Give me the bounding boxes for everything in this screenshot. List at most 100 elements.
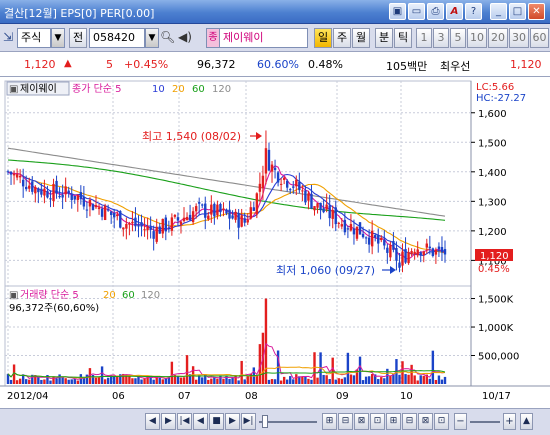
- maximize-button[interactable]: □: [509, 3, 526, 20]
- volume-bar: [210, 378, 213, 384]
- chart-area[interactable]: 1,600 1,500 1,400 1,300 1,200 1,100 1,500K 1,00…: [0, 78, 550, 408]
- interval-1-button[interactable]: 1: [416, 28, 432, 48]
- layout-icon[interactable]: ▣: [389, 3, 406, 20]
- zoom-slider-handle[interactable]: [262, 415, 268, 428]
- tool-8-button[interactable]: ⊡: [434, 413, 449, 430]
- print-icon[interactable]: ⎙: [427, 3, 444, 20]
- candle-body: [349, 224, 353, 231]
- volume-bar: [158, 377, 161, 384]
- font-icon[interactable]: A: [446, 3, 463, 20]
- volume-bar: [40, 379, 43, 384]
- volume-bar: [413, 375, 416, 384]
- candle-body: [113, 212, 116, 218]
- tool-5-button[interactable]: ⊞: [386, 413, 401, 430]
- candle-body: [91, 204, 95, 211]
- volume-panel-menu-icon[interactable]: ▣: [9, 290, 18, 301]
- play-back-button[interactable]: ◀: [193, 413, 208, 430]
- window-icon[interactable]: ▭: [408, 3, 425, 20]
- candle-body: [322, 208, 325, 213]
- tool-2-button[interactable]: ⊟: [338, 413, 353, 430]
- candle-body: [434, 249, 438, 255]
- interval-20-button[interactable]: 20: [488, 28, 508, 48]
- speaker-icon[interactable]: ◀): [178, 28, 200, 48]
- volume-bar: [364, 376, 368, 384]
- volume-legend-ma5: 거래량 단순 5: [20, 289, 79, 301]
- high-annotation: 최고 1,540 (08/02): [142, 130, 241, 143]
- volume-bar: [222, 378, 225, 384]
- candle-body: [143, 229, 146, 231]
- zoom-in-button[interactable]: +: [503, 413, 516, 430]
- candle-body: [328, 205, 331, 219]
- interval-10-button[interactable]: 10: [467, 28, 487, 48]
- period-tick-button[interactable]: 틱: [394, 28, 412, 48]
- candle-body: [18, 175, 22, 178]
- price-tick-label: 1,300: [478, 197, 507, 208]
- market-type-select[interactable]: 주식: [17, 28, 51, 48]
- volume-legend-ma20: 20: [103, 290, 116, 301]
- chart-navigation-bar: ◀ ▶ |◀ ◀ ■ ▶ ▶| ⊞ ⊟ ⊠ ⊡ ⊞ ⊟ ⊠ ⊡ − + ▲: [0, 408, 550, 435]
- volume-bar: [273, 379, 277, 384]
- tool-6-button[interactable]: ⊟: [402, 413, 417, 430]
- pin-icon[interactable]: ⇲: [3, 28, 15, 48]
- stock-name-field[interactable]: 제이웨이: [220, 28, 308, 48]
- period-minute-button[interactable]: 분: [375, 28, 393, 48]
- tool-7-button[interactable]: ⊠: [418, 413, 433, 430]
- close-button[interactable]: ✕: [528, 3, 545, 20]
- help-icon[interactable]: ?: [465, 3, 482, 20]
- volume-bar: [282, 376, 286, 384]
- candle-body: [97, 207, 101, 210]
- minimize-button[interactable]: _: [490, 3, 507, 20]
- period-week-button[interactable]: 주: [333, 28, 351, 48]
- volume-bar: [219, 375, 222, 384]
- volume-bar: [428, 378, 432, 384]
- volume-bar: [231, 378, 234, 384]
- candle-body: [319, 202, 322, 211]
- volume-bar: [61, 377, 64, 384]
- volume-bar: [316, 377, 319, 384]
- tool-3-button[interactable]: ⊠: [354, 413, 369, 430]
- candle-body: [210, 204, 213, 215]
- zoom-out-button[interactable]: −: [454, 413, 467, 430]
- play-forward-button[interactable]: ▶: [225, 413, 240, 430]
- candle-body: [170, 217, 174, 231]
- volume-bar: [304, 376, 307, 384]
- volume-bar: [307, 378, 310, 384]
- last-button[interactable]: ▶|: [241, 413, 256, 430]
- prev-button[interactable]: 전: [69, 28, 87, 48]
- candle-body: [76, 195, 79, 201]
- interval-60-button[interactable]: 60: [530, 28, 549, 48]
- volume-bar: [343, 377, 347, 384]
- period-day-button[interactable]: 일: [314, 28, 332, 48]
- candle-body: [225, 209, 228, 214]
- interval-3-button[interactable]: 3: [433, 28, 449, 48]
- candle-body: [188, 214, 192, 221]
- market-type-dropdown[interactable]: ▼: [51, 28, 65, 48]
- interval-30-button[interactable]: 30: [509, 28, 529, 48]
- tool-4-button[interactable]: ⊡: [370, 413, 385, 430]
- volume-bar: [361, 380, 365, 384]
- scroll-left-button[interactable]: ◀: [145, 413, 160, 430]
- tool-1-button[interactable]: ⊞: [322, 413, 337, 430]
- volume-bar: [267, 379, 271, 384]
- stop-button[interactable]: ■: [209, 413, 224, 430]
- scroll-up-button[interactable]: ▲: [520, 413, 533, 430]
- volume-bar: [52, 376, 55, 384]
- candle-body: [137, 224, 140, 227]
- interval-5-button[interactable]: 5: [450, 28, 466, 48]
- period-month-button[interactable]: 월: [352, 28, 370, 48]
- first-button[interactable]: |◀: [177, 413, 192, 430]
- candle-body: [334, 207, 337, 225]
- search-icon[interactable]: 🔍︎: [160, 28, 176, 48]
- zoom-bar-track[interactable]: [470, 421, 500, 423]
- candle-body: [416, 249, 419, 256]
- candle-body: [419, 252, 422, 256]
- volume-tick-label: 1,000K: [478, 323, 514, 334]
- candle-body: [240, 215, 243, 227]
- volume-legend-ma60: 60: [122, 290, 135, 301]
- code-dropdown[interactable]: ▼: [145, 28, 159, 48]
- candle-body: [61, 194, 64, 198]
- stock-code-input[interactable]: 058420: [89, 28, 145, 48]
- scroll-right-button[interactable]: ▶: [161, 413, 176, 430]
- panel-menu-icon[interactable]: ▣: [9, 84, 18, 95]
- lc-label: LC:5.66: [476, 82, 514, 93]
